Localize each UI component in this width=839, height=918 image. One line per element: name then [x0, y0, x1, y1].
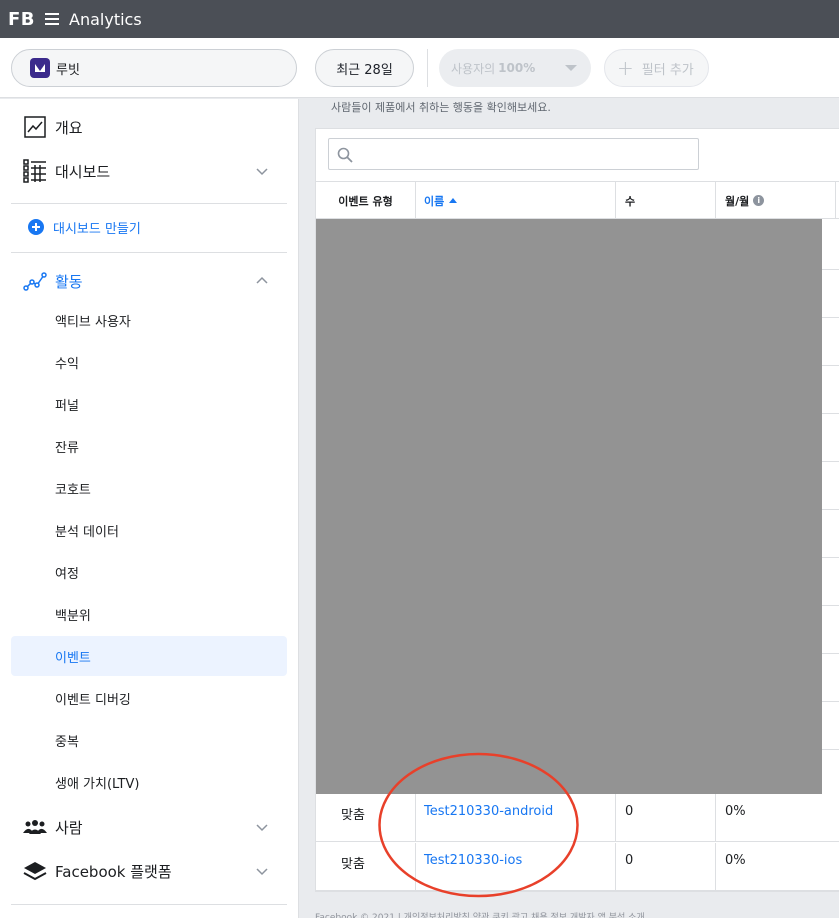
sidebar-sublabel: 분석 데이터: [55, 524, 119, 540]
sidebar-item-overlap[interactable]: 중복: [11, 720, 287, 760]
search-icon: [337, 147, 353, 163]
sidebar: 개요 대시보드 대시보드 만들기 활동 액티브 사용자 수익 퍼널 잔류 코호트…: [0, 99, 299, 918]
create-dashboard-button[interactable]: 대시보드 만들기: [0, 206, 299, 248]
dashboard-list-icon: [23, 159, 47, 183]
sidebar-sublabel: 잔류: [55, 440, 79, 456]
footer-links[interactable]: Facebook © 2021 | 개인정보처리방침 약관 쿠키 광고 채용 정…: [315, 910, 645, 918]
cell-count: 0: [616, 843, 716, 891]
column-header-count[interactable]: 수: [616, 182, 716, 219]
sidebar-sublabel: 이벤트 디버깅: [55, 692, 131, 708]
redacted-rows: [316, 219, 822, 794]
segment-prefix: 사용자의: [451, 61, 496, 76]
app-title: Analytics: [69, 9, 142, 29]
layers-icon: [23, 859, 47, 883]
info-icon[interactable]: i: [753, 195, 765, 206]
sidebar-label: 대시보드: [55, 162, 111, 181]
cell-count: 0: [616, 794, 716, 842]
cell-mom: 0%: [725, 853, 746, 868]
sidebar-item-ltv[interactable]: 생애 가치(LTV): [11, 762, 287, 802]
sidebar-item-events[interactable]: 이벤트: [11, 636, 287, 676]
app-name: 루빗: [56, 62, 80, 78]
sidebar-sublabel: 여정: [55, 566, 79, 582]
trend-chart-icon: [23, 115, 47, 139]
sidebar-item-dashboard[interactable]: 대시보드: [0, 150, 299, 192]
page-description: 사람들이 제품에서 취하는 행동을 확인해보세요.: [331, 101, 551, 114]
sidebar-label: 활동: [55, 272, 83, 291]
sidebar-sublabel: 코호트: [55, 482, 91, 498]
top-bar: FB Analytics: [0, 0, 839, 38]
search-box[interactable]: [328, 138, 699, 170]
app-selector[interactable]: 루빗: [11, 49, 297, 87]
sidebar-label: 개요: [55, 118, 83, 137]
sidebar-item-overview[interactable]: 개요: [0, 106, 299, 148]
segment-dropdown[interactable]: 사용자의 100%: [439, 49, 591, 87]
table-header: 이벤트 유형 이름 수 월/월 i: [316, 181, 839, 219]
filter-divider: [427, 49, 428, 87]
sidebar-sublabel: 백분위: [55, 608, 91, 624]
chevron-down-icon: [256, 824, 268, 832]
sidebar-divider: [11, 904, 287, 905]
sidebar-item-people[interactable]: 사람: [0, 806, 299, 848]
filter-bar: 루빗 최근 28일 사용자의 100% + 필터 추가: [0, 38, 839, 98]
column-header-name[interactable]: 이름: [416, 182, 616, 219]
sidebar-divider: [11, 203, 287, 204]
column-header-mom-label: 월/월: [725, 194, 750, 208]
caret-down-icon: [565, 65, 577, 71]
redacted-row-lines: [822, 219, 839, 794]
cell-mom: 0%: [725, 804, 746, 819]
date-range-button[interactable]: 최근 28일: [315, 49, 414, 87]
menu-icon[interactable]: [45, 13, 60, 25]
sidebar-item-activity[interactable]: 활동: [0, 260, 299, 302]
chevron-up-icon: [256, 276, 268, 284]
sidebar-item-breakdowns[interactable]: 분석 데이터: [11, 510, 287, 550]
sidebar-sublabel: 수익: [55, 356, 79, 372]
sidebar-item-event-debugging[interactable]: 이벤트 디버깅: [11, 678, 287, 718]
sidebar-item-retention[interactable]: 잔류: [11, 426, 287, 466]
column-header-event-type[interactable]: 이벤트 유형: [316, 182, 416, 219]
add-filter-button[interactable]: + 필터 추가: [604, 49, 709, 87]
people-icon: [23, 815, 47, 839]
plus-circle-icon: [24, 215, 48, 239]
sidebar-item-cohorts[interactable]: 코호트: [11, 468, 287, 508]
add-filter-label: 필터 추가: [641, 62, 694, 78]
fb-logo[interactable]: FB: [8, 9, 35, 30]
sidebar-divider: [11, 252, 287, 253]
column-header-mom[interactable]: 월/월 i: [716, 182, 836, 219]
search-input[interactable]: [359, 143, 689, 165]
sidebar-item-revenue[interactable]: 수익: [11, 342, 287, 382]
sidebar-item-percentiles[interactable]: 백분위: [11, 594, 287, 634]
sidebar-sublabel: 이벤트: [55, 650, 91, 666]
segment-value: 100%: [498, 61, 536, 75]
sidebar-label: 사람: [55, 818, 83, 837]
sidebar-sublabel: 액티브 사용자: [55, 314, 131, 330]
sidebar-sublabel: 생애 가치(LTV): [55, 776, 140, 792]
sidebar-item-journeys[interactable]: 여정: [11, 552, 287, 592]
sidebar-label: Facebook 플랫폼: [55, 862, 172, 881]
plus-icon: +: [617, 56, 634, 80]
sidebar-item-facebook-platform[interactable]: Facebook 플랫폼: [0, 850, 299, 892]
sort-ascending-icon: [449, 198, 458, 203]
sidebar-item-funnels[interactable]: 퍼널: [11, 384, 287, 424]
chevron-down-icon: [256, 168, 268, 176]
sidebar-sublabel: 퍼널: [55, 398, 79, 414]
column-header-name-label: 이름: [424, 194, 445, 208]
app-logo-icon: [30, 58, 50, 78]
create-dashboard-label: 대시보드 만들기: [53, 221, 141, 237]
sidebar-item-active-users[interactable]: 액티브 사용자: [11, 300, 287, 340]
activity-line-icon: [23, 269, 47, 293]
sidebar-sublabel: 중복: [55, 734, 79, 750]
annotation-ellipse: [378, 752, 579, 898]
chevron-down-icon: [256, 868, 268, 876]
